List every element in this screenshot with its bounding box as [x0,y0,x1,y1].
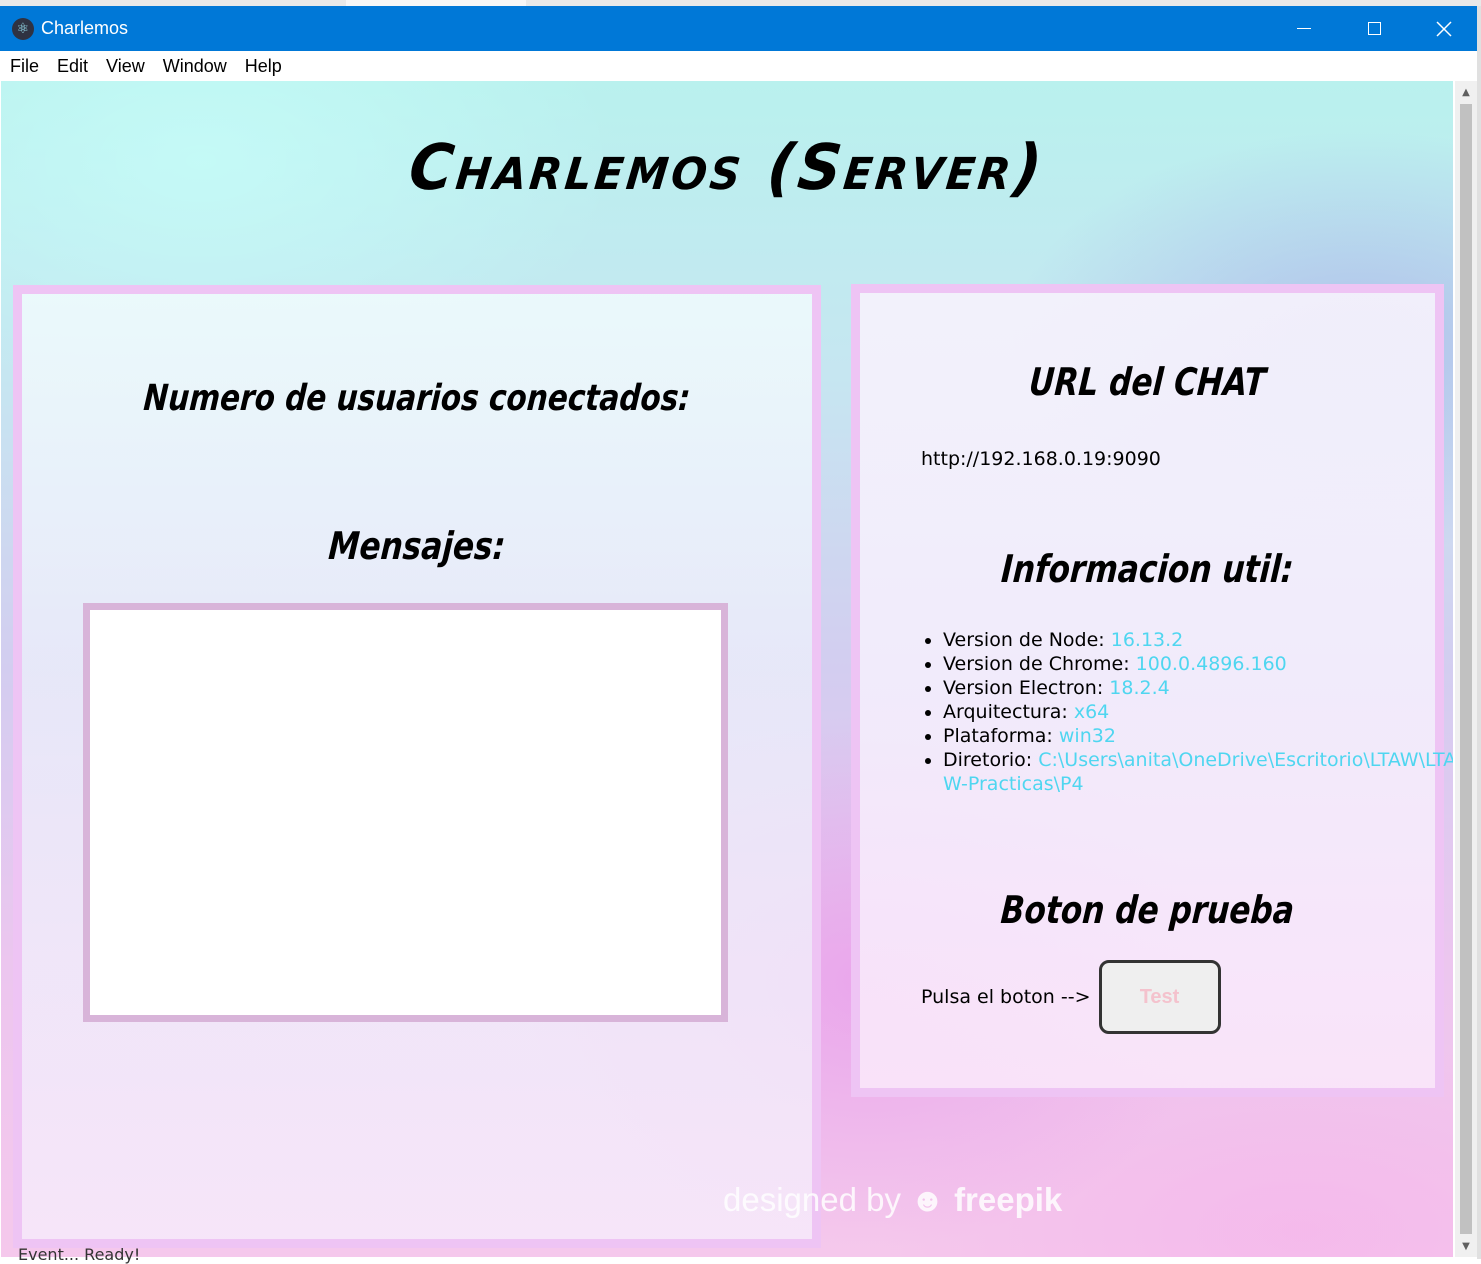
page-content: Charlemos (Server) Numero de usuarios co… [1,81,1453,1257]
window-title: Charlemos [41,18,129,38]
watermark-brand: freepik [954,1181,1063,1218]
scrollbar-thumb[interactable] [1460,104,1472,1234]
menu-view[interactable]: View [97,56,154,77]
info-item-electron: Version Electron: 18.2.4 [943,676,1453,700]
info-label: Arquitectura: [943,701,1068,723]
vertical-scrollbar[interactable]: ▲ ▼ [1455,81,1477,1257]
info-label: Version Electron: [943,677,1104,699]
scroll-down-icon[interactable]: ▼ [1455,1235,1477,1257]
test-row: Pulsa el boton --> Test [921,960,1221,1034]
window-right-edge [1477,6,1481,1259]
minimize-icon [1297,28,1311,29]
messages-heading: Mensajes: [327,524,507,568]
info-item-arch: Arquitectura: x64 [943,700,1453,724]
info-label: Plataforma: [943,725,1053,747]
menu-file[interactable]: File [0,56,48,77]
freepik-watermark: designed by ☻ freepik [723,1181,1062,1219]
users-heading: Numero de usuarios conectados: [142,378,692,419]
info-value: win32 [1058,725,1116,747]
chat-url: http://192.168.0.19:9090 [921,448,1161,470]
test-heading: Boton de prueba [999,888,1296,932]
info-value: x64 [1073,701,1110,723]
status-text: Event... Ready! [18,1245,141,1264]
info-item-platform: Plataforma: win32 [943,724,1453,748]
watermark-prefix: designed by [723,1181,901,1218]
menu-edit[interactable]: Edit [48,56,97,77]
maximize-icon [1367,22,1381,35]
menu-window[interactable]: Window [154,56,236,77]
minimize-button[interactable] [1269,6,1339,51]
title-bar: ⚛ Charlemos [0,6,1477,51]
page-title: Charlemos (Server) [405,131,1049,205]
info-list: Version de Node: 16.13.2 Version de Chro… [921,628,1453,796]
info-item-directory: Diretorio: C:\Users\anita\OneDrive\Escri… [943,748,1453,796]
close-button[interactable] [1409,6,1479,51]
electron-atom-icon: ⚛ [12,17,34,40]
info-value: 16.13.2 [1110,629,1184,651]
info-heading: Informacion util: [999,547,1296,591]
test-button[interactable]: Test [1098,960,1221,1034]
scroll-up-icon[interactable]: ▲ [1455,81,1477,103]
info-item-node: Version de Node: 16.13.2 [943,628,1453,652]
test-label: Pulsa el boton --> [921,986,1091,1008]
menu-help[interactable]: Help [236,56,291,77]
close-icon [1436,20,1452,37]
info-item-chrome: Version de Chrome: 100.0.4896.160 [943,652,1453,676]
url-heading: URL del CHAT [1027,360,1268,404]
info-label: Diretorio: [943,749,1033,771]
info-label: Version de Node: [943,629,1105,651]
info-value: 18.2.4 [1109,677,1170,699]
freepik-logo-icon: ☻ [910,1181,945,1218]
info-label: Version de Chrome: [943,653,1130,675]
left-panel: Numero de usuarios conectados: Mensajes: [13,285,821,1248]
info-value: 100.0.4896.160 [1135,653,1287,675]
right-panel: URL del CHAT http://192.168.0.19:9090 In… [851,284,1453,1097]
maximize-button[interactable] [1339,6,1409,51]
menu-bar: File Edit View Window Help [0,51,1477,81]
messages-box[interactable] [83,603,728,1022]
